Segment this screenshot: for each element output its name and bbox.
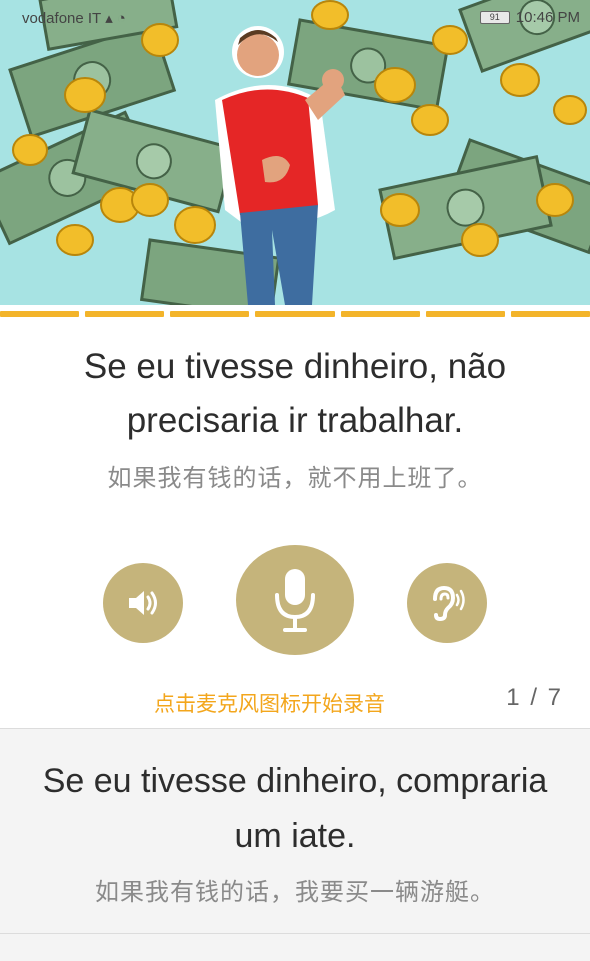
progress-segment xyxy=(170,311,250,317)
ear-icon xyxy=(433,585,465,621)
play-audio-button[interactable] xyxy=(103,563,183,643)
speaker-icon xyxy=(129,591,157,615)
lesson-progress-bar xyxy=(0,311,590,319)
status-left: vodafone IT ▴ ◔ xyxy=(22,9,126,28)
current-sentence-card: Se eu tivesse dinheiro, não precisaria i… xyxy=(0,340,590,493)
hero-illustration xyxy=(0,0,590,305)
chinese-translation-next: 如果我有钱的话，我要买一辆游艇。 xyxy=(95,879,495,906)
progress-segment xyxy=(85,311,165,317)
battery-icon: 91 xyxy=(479,11,510,24)
chinese-translation: 如果我有钱的话，就不用上班了。 xyxy=(107,465,483,492)
status-time: 10:46 PM xyxy=(515,9,580,26)
portuguese-sentence-next: Se eu tivesse dinheiro, compraria um iat… xyxy=(42,762,548,855)
next-card-peek xyxy=(0,934,590,961)
record-hint-text: 点击麦克风图标开始录音 xyxy=(154,693,385,716)
progress-segment xyxy=(0,311,80,317)
progress-segment xyxy=(425,311,505,317)
status-bar: vodafone IT ▴ ◔ 91 10:46 PM xyxy=(0,0,590,34)
next-sentence-card[interactable]: Se eu tivesse dinheiro, compraria um iat… xyxy=(0,729,590,933)
playback-controls xyxy=(0,545,590,655)
progress-segment xyxy=(255,311,335,317)
progress-segment xyxy=(340,311,420,317)
wifi-icon: ◔ xyxy=(116,9,126,27)
microphone-icon xyxy=(275,569,315,632)
sentence-counter: 1 / 7 xyxy=(506,684,563,711)
progress-segment xyxy=(510,311,590,317)
status-right: 91 10:46 PM xyxy=(479,9,580,26)
listen-recording-button[interactable] xyxy=(407,563,487,643)
carrier-label: vodafone IT xyxy=(22,9,102,27)
money-background-illustration xyxy=(0,0,590,305)
record-microphone-button[interactable] xyxy=(236,545,354,655)
signal-icon: ▴ xyxy=(105,10,113,27)
portuguese-sentence: Se eu tivesse dinheiro, não precisaria i… xyxy=(83,347,507,440)
